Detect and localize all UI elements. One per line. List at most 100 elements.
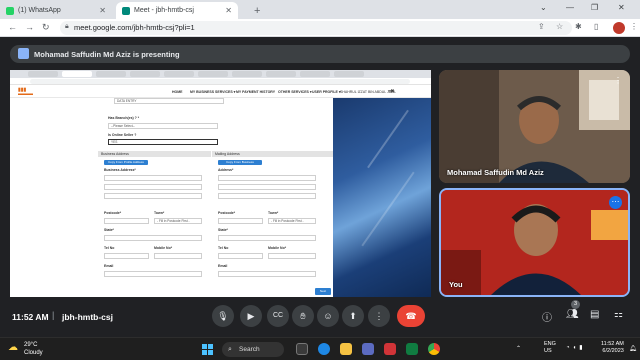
bookmark-star-icon[interactable]: ☆: [556, 22, 563, 31]
tab-whatsapp[interactable]: (1) WhatsApp ✕: [0, 2, 112, 19]
excel-icon[interactable]: [406, 343, 418, 355]
business-town-label: Town*: [154, 211, 165, 215]
present-screen-icon: [18, 48, 29, 59]
shared-screen[interactable]: ▮▮▮ ▬▬▬ HOME MY BUSINESS SERVICES ▾ MY PA…: [10, 70, 431, 297]
present-now-icon[interactable]: ⬆: [342, 305, 364, 327]
copy-business-button[interactable]: Copy From Business: [218, 160, 262, 165]
close-tab-icon[interactable]: ✕: [99, 6, 106, 15]
reload-icon[interactable]: ↻: [42, 22, 50, 33]
mailing-address-3[interactable]: [218, 193, 316, 199]
business-town-select[interactable]: - Fill in Postcode First -: [154, 218, 202, 224]
mailing-state-label: State*: [218, 228, 228, 232]
camera-icon[interactable]: ▶: [240, 305, 262, 327]
network-volume-battery-icons[interactable]: ◔◖▮: [566, 344, 586, 351]
chat-icon[interactable]: ▤: [590, 309, 599, 320]
file-explorer-icon[interactable]: [340, 343, 352, 355]
close-window-icon[interactable]: ✕: [618, 3, 625, 12]
logout-icon[interactable]: ⇥: [388, 87, 394, 95]
mailing-town-select[interactable]: - Fill in Postcode First -: [268, 218, 316, 224]
self-name: You: [449, 280, 463, 289]
business-address-2[interactable]: [104, 184, 202, 190]
more-options-icon[interactable]: ⋮: [368, 305, 390, 327]
business-email-label: Email: [104, 264, 114, 268]
microphone-icon[interactable]: 🎙︎: [212, 305, 234, 327]
tab-meet[interactable]: Meet - jbh-hmtb-csj ✕: [116, 2, 238, 19]
mailing-state-input[interactable]: [218, 235, 316, 241]
mailing-tel-label: Tel No: [218, 246, 229, 250]
mailing-email-input[interactable]: [218, 271, 316, 277]
mailing-mobile-input[interactable]: [268, 253, 316, 259]
business-address-header: Business Address: [98, 151, 211, 157]
mailing-postcode-input[interactable]: [218, 218, 263, 224]
nav-home[interactable]: HOME: [172, 90, 183, 94]
participant-count-badge: 3: [571, 300, 580, 309]
emoji-icon[interactable]: ☺: [317, 305, 339, 327]
tab-search-icon[interactable]: ⌄: [540, 3, 547, 12]
nav-business[interactable]: MY BUSINESS SERVICES ▾: [190, 90, 235, 94]
mailing-address-2[interactable]: [218, 184, 316, 190]
task-view-icon[interactable]: [296, 343, 308, 355]
url-text: meet.google.com/jbh-hmtb-csj?pli=1: [74, 23, 195, 32]
business-email-input[interactable]: [104, 271, 202, 277]
new-tab-button[interactable]: +: [248, 2, 260, 19]
app-icon[interactable]: [384, 343, 396, 355]
taskbar-search[interactable]: ⌕ Search: [222, 342, 284, 357]
address-bar-row: ← → ↻ 🔒︎ meet.google.com/jbh-hmtb-csj?pl…: [0, 19, 640, 37]
business-form: DATA ENTRY Has Branch(es) ? * --Please S…: [98, 98, 333, 297]
presenter-name: Mohamad Saffudin Md Aziz: [447, 168, 544, 177]
edge-icon[interactable]: [318, 343, 330, 355]
activities-icon[interactable]: ⚏: [614, 309, 623, 320]
mailing-address-1[interactable]: [218, 175, 316, 181]
mailing-mobile-label: Mobile No*: [268, 246, 287, 250]
lock-icon: 🔒︎: [65, 23, 69, 30]
business-address-1[interactable]: [104, 175, 202, 181]
taskbar-clock[interactable]: 11:52 AM 6/2/2023: [601, 341, 624, 355]
store-icon[interactable]: [362, 343, 374, 355]
weather-widget[interactable]: 29°C Cloudy: [24, 341, 43, 357]
close-tab-icon[interactable]: ✕: [225, 6, 232, 15]
taskbar-date: 6/2/2023: [602, 348, 624, 354]
business-state-input[interactable]: [104, 235, 202, 241]
forward-icon[interactable]: →: [25, 22, 34, 32]
raise-hand-icon[interactable]: ✋︎: [292, 305, 314, 327]
maximize-icon[interactable]: ❐: [591, 3, 598, 12]
chrome-icon[interactable]: [428, 343, 440, 355]
share-icon[interactable]: ⇪: [538, 22, 545, 31]
business-tel-input[interactable]: [104, 253, 149, 259]
sidebar-icon[interactable]: ▯: [594, 22, 598, 31]
online-seller-select[interactable]: YES: [108, 139, 218, 145]
tile-more-options-icon[interactable]: ⋯: [609, 196, 622, 209]
participant-tile-presenter[interactable]: ⋮ Mohamad Saffudin Md Aziz: [439, 70, 630, 183]
minimize-icon[interactable]: —: [566, 3, 574, 12]
nav-payment[interactable]: MY PAYMENT HISTORY: [236, 90, 275, 94]
nav-profile[interactable]: USER PROFILE ▾: [312, 90, 341, 94]
tray-overflow-icon[interactable]: ⌃: [516, 345, 521, 352]
business-address-3[interactable]: [104, 193, 202, 199]
notification-icon[interactable]: 🔔︎: [629, 345, 637, 352]
search-icon: ⌕: [228, 346, 232, 353]
nav-other[interactable]: OTHER SERVICES ▾: [278, 90, 312, 94]
tab-title: Meet - jbh-hmtb-csj: [134, 7, 194, 14]
copy-profile-button[interactable]: Copy From Profile Address: [104, 160, 148, 165]
back-icon[interactable]: ←: [8, 22, 17, 32]
business-mobile-input[interactable]: [154, 253, 202, 259]
mailing-email-label: Email: [218, 264, 228, 268]
language-indicator[interactable]: ENG US: [544, 341, 556, 355]
meeting-details-icon[interactable]: ⓘ: [542, 309, 552, 324]
url-input[interactable]: 🔒︎ meet.google.com/jbh-hmtb-csj?pli=1: [60, 21, 572, 35]
participant-tile-you[interactable]: ⋯ You: [439, 188, 630, 297]
windows-start-icon[interactable]: [202, 344, 213, 355]
next-button[interactable]: Next: [315, 288, 331, 295]
mailing-tel-input[interactable]: [218, 253, 263, 259]
business-postcode-input[interactable]: [104, 218, 149, 224]
extensions-icon[interactable]: ✱: [575, 22, 582, 31]
more-options-icon[interactable]: ⋮: [614, 76, 622, 85]
menu-dots-icon[interactable]: ⋮: [630, 22, 638, 31]
site-navbar: ▮▮▮ ▬▬▬ HOME MY BUSINESS SERVICES ▾ MY PA…: [10, 86, 431, 98]
profile-avatar[interactable]: [613, 22, 625, 34]
has-branch-select[interactable]: --Please Select--: [108, 123, 218, 129]
people-icon[interactable]: 👥︎: [566, 309, 579, 320]
leave-call-button[interactable]: ☎: [397, 305, 425, 327]
captions-icon[interactable]: CC: [267, 305, 289, 327]
data-entry-field[interactable]: DATA ENTRY: [114, 98, 224, 104]
